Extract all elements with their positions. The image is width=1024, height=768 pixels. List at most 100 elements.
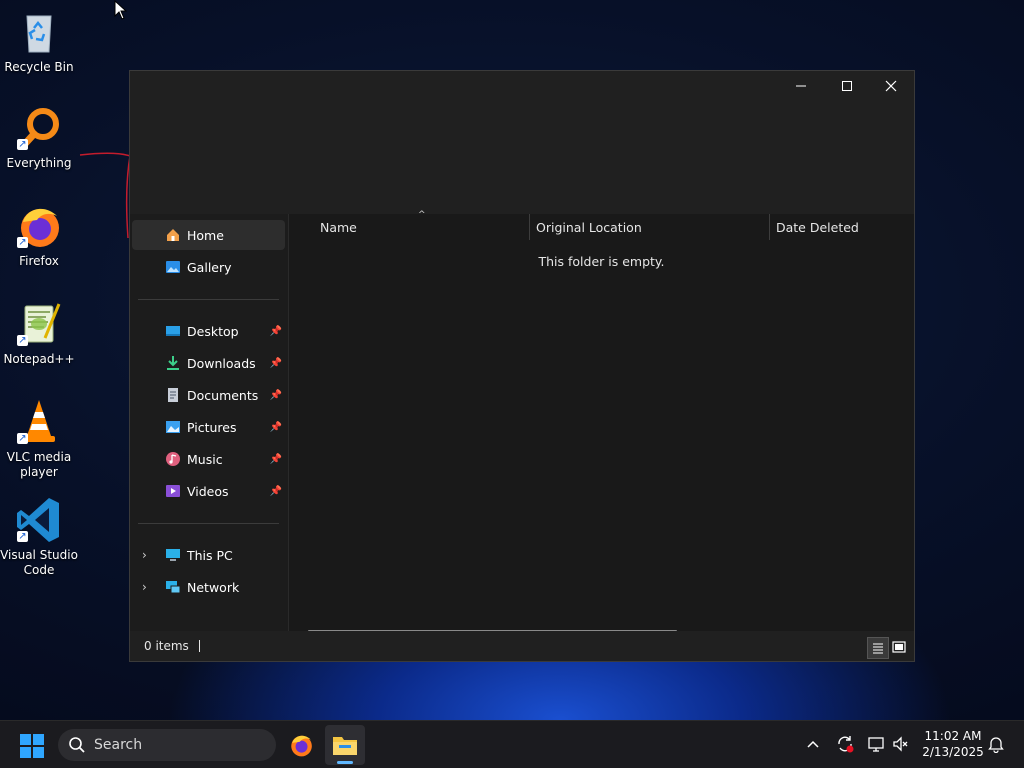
pin-icon[interactable]: 📌	[270, 454, 282, 465]
sidebar-item-network[interactable]: › Network	[132, 572, 285, 602]
desktop-icon-label: Firefox	[19, 254, 59, 268]
navigation-pane: Home Gallery Desktop 📌 Downloads 📌 Docum…	[130, 214, 288, 631]
chevron-up-icon	[807, 740, 819, 748]
tray-volume-button[interactable]	[891, 734, 911, 754]
toolbar-area	[130, 101, 914, 211]
windows-logo-icon	[33, 747, 44, 758]
maximize-button[interactable]	[824, 71, 870, 101]
desktop-icon-vlc[interactable]: ↗ VLC media player	[0, 398, 78, 480]
sidebar-item-this-pc[interactable]: › This PC	[132, 540, 285, 570]
show-hidden-icons-button[interactable]	[803, 734, 823, 754]
desktop-icon-label: VLC media player	[6, 450, 72, 479]
large-icons-view-icon	[892, 641, 906, 653]
status-divider	[198, 640, 200, 652]
computer-icon	[165, 547, 181, 563]
file-list-pane[interactable]: Name ^ Original Location Date Deleted Th…	[289, 210, 914, 632]
chevron-right-icon[interactable]: ›	[142, 580, 147, 594]
notepadpp-icon: ↗	[15, 300, 63, 348]
desktop-icon-label: Notepad++	[3, 352, 75, 366]
red-ink-stroke	[79, 152, 131, 239]
sidebar-item-pictures[interactable]: Pictures 📌	[132, 412, 285, 442]
minimize-button[interactable]	[778, 71, 824, 101]
empty-folder-message: This folder is empty.	[538, 254, 665, 269]
pin-icon[interactable]: 📌	[270, 326, 282, 337]
status-bar: 0 items	[130, 631, 914, 661]
desktop-icon-vscode[interactable]: ↗ Visual Studio Code	[0, 496, 78, 578]
search-icon	[69, 737, 85, 753]
document-icon	[165, 387, 181, 403]
details-view-button[interactable]	[867, 637, 889, 659]
taskbar-clock[interactable]: 11:02 AM 2/13/2025	[918, 728, 988, 760]
large-icons-view-button[interactable]	[889, 637, 909, 657]
title-bar[interactable]	[130, 71, 914, 101]
shortcut-arrow-icon: ↗	[17, 335, 28, 346]
column-header-label: Name	[320, 219, 357, 235]
network-icon	[165, 579, 181, 595]
sidebar-item-label: Network	[187, 579, 240, 595]
column-separator[interactable]	[529, 214, 530, 240]
vlc-cone-icon: ↗	[15, 398, 63, 446]
desktop-icon-everything[interactable]: ↗ Everything	[0, 104, 78, 171]
folder-icon	[333, 737, 357, 755]
music-icon	[165, 451, 181, 467]
notifications-button[interactable]	[986, 734, 1006, 754]
start-button[interactable]	[20, 734, 44, 758]
download-icon	[165, 355, 181, 371]
column-separator[interactable]	[769, 214, 770, 240]
mouse-cursor-icon	[114, 0, 128, 20]
windows-logo-icon	[20, 734, 31, 745]
volume-muted-icon	[893, 736, 908, 752]
search-label: Search	[94, 737, 143, 753]
nav-divider	[138, 523, 279, 524]
firefox-icon: ↗	[15, 202, 63, 250]
desktop-icon-notepadpp[interactable]: ↗ Notepad++	[0, 300, 78, 367]
sort-ascending-icon: ^	[418, 210, 426, 220]
taskbar-search-box[interactable]: Search	[58, 729, 276, 761]
sidebar-item-label: Documents	[187, 387, 259, 403]
pin-icon[interactable]: 📌	[270, 486, 282, 497]
shortcut-arrow-icon: ↗	[17, 237, 28, 248]
videos-icon	[165, 483, 181, 499]
sidebar-item-label: Videos	[187, 483, 229, 499]
close-icon	[885, 80, 897, 92]
recycle-bin-icon	[15, 8, 63, 56]
pin-icon[interactable]: 📌	[270, 422, 282, 433]
column-header-original-location[interactable]: Original Location	[536, 214, 766, 240]
desktop-icon-recycle-bin[interactable]: Recycle Bin	[0, 8, 78, 75]
bell-icon	[988, 737, 1004, 753]
desktop-icon-label: Recycle Bin	[4, 60, 74, 74]
pin-icon[interactable]: 📌	[270, 358, 282, 369]
column-header-date-deleted[interactable]: Date Deleted	[776, 214, 906, 240]
sidebar-item-home[interactable]: Home	[132, 220, 285, 250]
file-explorer-window: Home Gallery Desktop 📌 Downloads 📌 Docum…	[129, 70, 915, 662]
taskbar-file-explorer-button[interactable]	[325, 725, 365, 765]
vscode-icon: ↗	[15, 496, 63, 544]
details-view-icon	[873, 643, 883, 654]
taskbar-firefox-button[interactable]	[281, 725, 321, 765]
tray-sync-button[interactable]	[835, 734, 855, 754]
desktop-icon-firefox[interactable]: ↗ Firefox	[0, 202, 78, 269]
sidebar-item-label: Gallery	[187, 259, 232, 275]
sidebar-item-gallery[interactable]: Gallery	[132, 252, 285, 282]
sidebar-item-documents[interactable]: Documents 📌	[132, 380, 285, 410]
sidebar-item-label: This PC	[187, 547, 233, 563]
tray-network-button[interactable]	[867, 734, 887, 754]
sidebar-item-desktop[interactable]: Desktop 📌	[132, 316, 285, 346]
desktop-icon-label: Everything	[6, 156, 72, 170]
sidebar-item-music[interactable]: Music 📌	[132, 444, 285, 474]
chevron-right-icon[interactable]: ›	[142, 548, 147, 562]
network-monitor-icon	[868, 737, 884, 752]
shortcut-arrow-icon: ↗	[17, 433, 28, 444]
clock-time: 11:02 AM	[924, 729, 982, 743]
sidebar-item-downloads[interactable]: Downloads 📌	[132, 348, 285, 378]
close-button[interactable]	[868, 71, 914, 101]
sidebar-item-label: Home	[187, 227, 224, 243]
desktop-icon-label: Visual Studio Code	[0, 548, 78, 577]
sidebar-item-videos[interactable]: Videos 📌	[132, 476, 285, 506]
column-header-label: Original Location	[536, 219, 642, 235]
sync-icon	[838, 736, 854, 753]
firefox-icon	[291, 735, 312, 757]
pin-icon[interactable]: 📌	[270, 390, 282, 401]
minimize-icon	[796, 85, 806, 87]
desktop-folder-icon	[165, 323, 181, 339]
